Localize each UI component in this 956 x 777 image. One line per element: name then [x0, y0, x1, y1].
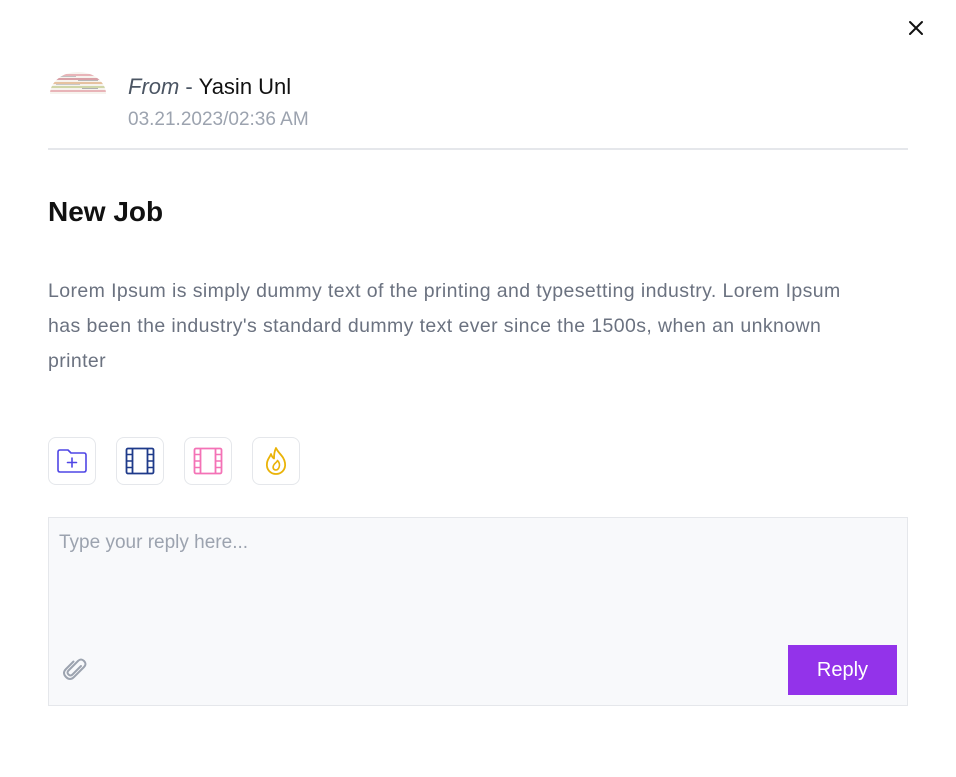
- reply-box: Reply: [48, 517, 908, 706]
- fire-button[interactable]: [252, 437, 300, 485]
- attachment-toolbar: [48, 437, 300, 485]
- message-title: New Job: [48, 196, 164, 227]
- reply-input[interactable]: [49, 518, 907, 638]
- avatar: [48, 68, 108, 98]
- from-label: From: [128, 74, 180, 99]
- reply-button[interactable]: Reply: [788, 645, 897, 695]
- separator: -: [185, 74, 193, 99]
- fire-icon: [265, 447, 287, 475]
- sender-name: Yasin Unl: [198, 74, 292, 99]
- close-button[interactable]: [902, 14, 930, 42]
- message-header: From - Yasin Unl 03.21.2023/02:36 AM: [48, 68, 908, 150]
- add-folder-button[interactable]: [48, 437, 96, 485]
- paperclip-icon[interactable]: [61, 656, 89, 684]
- media-button[interactable]: [184, 437, 232, 485]
- film-icon: [193, 447, 223, 475]
- message-modal: From - Yasin Unl 03.21.2023/02:36 AM New J…: [0, 0, 956, 777]
- film-icon: [125, 447, 155, 475]
- close-icon: [909, 21, 923, 35]
- timestamp: 03.21.2023/02:36 AM: [128, 109, 309, 130]
- message-body: Lorem Ipsum is simply dummy text of the …: [48, 280, 841, 372]
- folder-add-icon: [57, 449, 87, 473]
- sender-line: From - Yasin Unl: [128, 74, 291, 100]
- video-button[interactable]: [116, 437, 164, 485]
